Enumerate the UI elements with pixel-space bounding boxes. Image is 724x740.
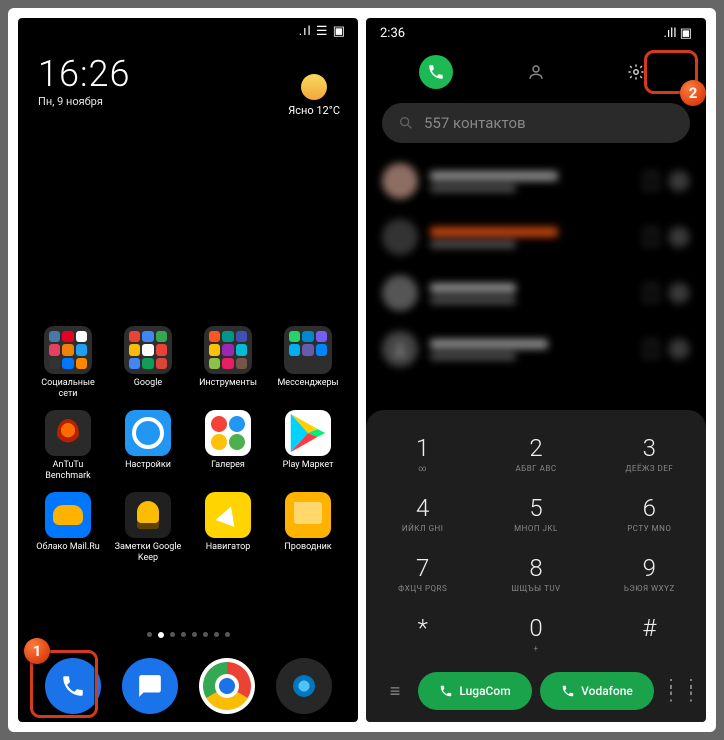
dialpad: 1∞ 2АБВГ ABC 3ДЕЁЖЗ DEF 4ИЙКЛ GHI 5МНОП … xyxy=(366,410,706,722)
chrome-app-icon[interactable] xyxy=(199,658,255,714)
gear-icon xyxy=(125,410,171,456)
status-icons: .ıll ▣ xyxy=(664,26,692,41)
step-badge-2: 2 xyxy=(680,80,706,106)
home-screen: .ıl ☰ ▣ 16:26 Пн, 9 ноября Ясно 12°C Соц… xyxy=(18,18,358,722)
call-entry[interactable]: 1› xyxy=(366,209,706,265)
app-settings[interactable]: Настройки xyxy=(112,410,184,482)
sun-icon xyxy=(301,74,327,100)
camera-app-icon[interactable] xyxy=(276,658,332,714)
call-sim1-button[interactable]: LugaCom xyxy=(418,672,532,710)
key-5[interactable]: 5МНОП JKL xyxy=(479,484,592,544)
folder-social[interactable]: Социальные сети xyxy=(32,326,104,400)
folder-tools[interactable]: Инструменты xyxy=(192,326,264,400)
menu-icon[interactable]: ≡ xyxy=(380,681,410,702)
app-antutu[interactable]: AnTuTu Benchmark xyxy=(32,410,104,482)
key-star[interactable]: * xyxy=(366,604,479,664)
messages-app-icon[interactable] xyxy=(122,658,178,714)
key-6[interactable]: 6РСТУ MNO xyxy=(593,484,706,544)
tab-recents[interactable] xyxy=(419,55,453,89)
arrow-icon xyxy=(205,492,251,538)
folder-google[interactable]: Google xyxy=(112,326,184,400)
gallery-icon xyxy=(205,410,251,456)
search-icon xyxy=(398,115,414,131)
search-contacts[interactable]: 557 контактов xyxy=(382,103,690,143)
key-8[interactable]: 8ШЩЪЫ TUV xyxy=(479,544,592,604)
app-navigator[interactable]: Навигатор xyxy=(192,492,264,564)
cloud-icon xyxy=(45,492,91,538)
recent-calls-list: 1› 1› 1› 1› xyxy=(366,153,706,377)
search-text: 557 контактов xyxy=(424,114,526,132)
folder-icon xyxy=(285,492,331,538)
app-play-market[interactable]: Play Маркет xyxy=(272,410,344,482)
play-icon xyxy=(285,410,331,456)
step-badge-1: 1 xyxy=(24,638,50,664)
status-time: 2:36 xyxy=(380,26,405,41)
dialpad-toggle-icon[interactable]: ⋮⋮⋮⋮⋮⋮ xyxy=(662,683,692,699)
key-0[interactable]: 0+ xyxy=(479,604,592,664)
key-9[interactable]: 9ЬЭЮЯ WXYZ xyxy=(593,544,706,604)
app-explorer[interactable]: Проводник xyxy=(272,492,344,564)
status-bar: 2:36 .ıll ▣ xyxy=(366,18,706,41)
call-sim2-button[interactable]: Vodafone xyxy=(540,672,654,710)
weather-widget[interactable]: Ясно 12°C xyxy=(288,74,340,117)
app-mail-cloud[interactable]: Облако Mail.Ru xyxy=(32,492,104,564)
app-gallery[interactable]: Галерея xyxy=(192,410,264,482)
call-entry[interactable]: 1› xyxy=(366,321,706,377)
app-keep[interactable]: Заметки Google Keep xyxy=(112,492,184,564)
folder-messengers[interactable]: Мессенджеры xyxy=(272,326,344,400)
key-3[interactable]: 3ДЕЁЖЗ DEF xyxy=(593,424,706,484)
tab-contacts[interactable] xyxy=(519,55,553,89)
chevron-right-icon[interactable]: › xyxy=(668,282,690,304)
phone-app-screen: 2:36 .ıll ▣ 2 557 контактов 1› 1› 1› 1› … xyxy=(366,18,706,722)
key-7[interactable]: 7ФХЦЧ PQRS xyxy=(366,544,479,604)
page-indicator xyxy=(18,632,358,638)
call-entry[interactable]: 1› xyxy=(366,265,706,321)
weather-temp: 12°C xyxy=(316,104,340,117)
chevron-right-icon[interactable]: › xyxy=(668,226,690,248)
key-hash[interactable]: # xyxy=(593,604,706,664)
key-4[interactable]: 4ИЙКЛ GHI xyxy=(366,484,479,544)
chevron-right-icon[interactable]: › xyxy=(668,338,690,360)
key-2[interactable]: 2АБВГ ABC xyxy=(479,424,592,484)
bulb-icon xyxy=(125,492,171,538)
key-1[interactable]: 1∞ xyxy=(366,424,479,484)
chevron-right-icon[interactable]: › xyxy=(668,170,690,192)
weather-label: Ясно xyxy=(288,104,313,117)
call-entry[interactable]: 1› xyxy=(366,153,706,209)
status-bar: .ıl ☰ ▣ xyxy=(18,18,358,39)
antutu-icon xyxy=(45,410,91,456)
